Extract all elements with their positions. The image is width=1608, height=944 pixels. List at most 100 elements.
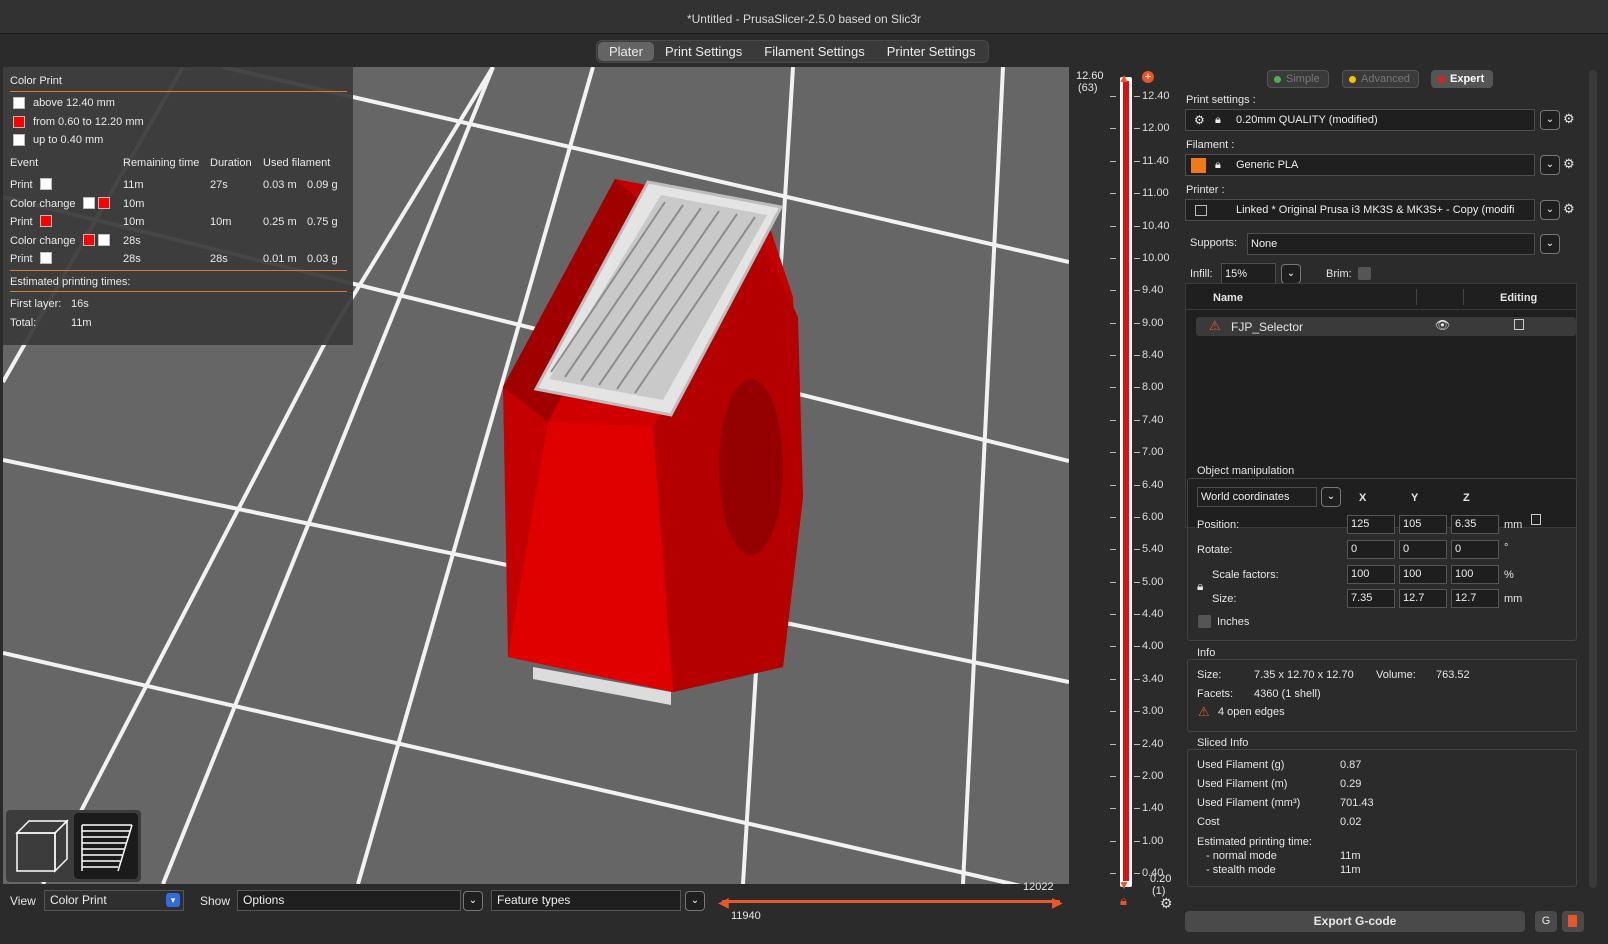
tab-plater[interactable]: Plater [598, 42, 654, 61]
filament-select[interactable]: 🔒︎ Generic PLA [1185, 154, 1535, 176]
lock-icon[interactable]: 🔒︎ [1197, 579, 1203, 594]
slider-thumb-right[interactable]: ▶ [1052, 894, 1063, 911]
object-manipulation-title: Object manipulation [1197, 465, 1295, 477]
feature-types-select[interactable]: Feature types [491, 890, 681, 911]
edit-icon[interactable] [1514, 319, 1524, 330]
event-grams: 0.09 g [307, 179, 338, 191]
layer-tick-mark [1134, 322, 1140, 324]
mode-simple-button[interactable]: Simple [1267, 70, 1329, 88]
gear-icon[interactable]: ⚙︎ [1563, 201, 1575, 217]
sliced-row-value: 0.87 [1340, 759, 1362, 771]
layer-tick-mark [1134, 775, 1140, 777]
layer-tick-label: 1.40 [1142, 802, 1164, 815]
layer-tick-mark [1110, 225, 1116, 227]
position-label: Position: [1197, 519, 1240, 531]
scale-y-input[interactable]: 100 [1399, 565, 1447, 584]
scale-z-input[interactable]: 100 [1451, 565, 1499, 584]
layer-tick-mark [1110, 549, 1116, 551]
legend-swatch-white [13, 97, 25, 109]
position-y-input[interactable]: 105 [1399, 515, 1447, 534]
mode-advanced-button[interactable]: Advanced [1342, 70, 1419, 88]
preview-view-button[interactable] [74, 813, 138, 879]
send-gcode-icon[interactable]: G [1535, 911, 1557, 932]
size-z-input[interactable]: 12.7 [1451, 589, 1499, 608]
chevron-down-icon[interactable]: ⌄ [1321, 487, 1341, 507]
mode-expert-button[interactable]: Expert [1431, 70, 1494, 88]
rotate-unit: ° [1504, 542, 1509, 554]
position-z-input[interactable]: 6.35 [1451, 515, 1499, 534]
slider-top-thumb[interactable]: ▲ [1118, 71, 1130, 85]
event-name: Print [10, 179, 33, 191]
chevron-down-icon[interactable]: ⌄ [1281, 264, 1301, 284]
supports-select[interactable]: None [1247, 233, 1535, 255]
layer-tick-label: 10.40 [1142, 219, 1170, 232]
scale-x-input[interactable]: 100 [1347, 565, 1395, 584]
layer-tick-mark [1134, 387, 1140, 389]
gear-icon: ⚙︎ [1194, 113, 1205, 127]
rotate-x-input[interactable]: 0 [1347, 540, 1395, 559]
infill-select[interactable]: 15% [1221, 263, 1276, 285]
chevron-down-icon[interactable]: ⌄ [685, 891, 705, 911]
total-value: 11m [71, 317, 92, 329]
export-sd-button[interactable] [1562, 911, 1584, 932]
layer-tick-label: 4.00 [1142, 640, 1164, 653]
drop-to-bed-icon[interactable] [1531, 514, 1541, 525]
event-swatch [98, 197, 110, 209]
gear-icon[interactable]: ⚙︎ [1563, 111, 1575, 127]
chevron-down-icon[interactable]: ⌄ [1540, 234, 1560, 254]
gear-icon[interactable]: ⚙︎ [1160, 895, 1173, 912]
layer-tick-mark [1134, 614, 1140, 615]
info-title: Info [1197, 647, 1216, 659]
object-row[interactable]: ⚠ FJP_Selector 👁︎ [1196, 317, 1576, 336]
coordinates-select[interactable]: World coordinates [1197, 487, 1317, 507]
options-select[interactable]: Options [237, 890, 461, 911]
layer-tick-mark [1110, 581, 1116, 583]
view-type-select[interactable]: Color Print [44, 890, 184, 911]
legend-title: Color Print [10, 75, 62, 87]
object-list-header: Name Editing [1186, 284, 1576, 310]
inches-checkbox[interactable] [1198, 615, 1211, 628]
brim-checkbox[interactable] [1358, 267, 1371, 280]
slider-bottom-thumb[interactable]: ▼ [1118, 878, 1130, 892]
size-y-input[interactable]: 12.7 [1399, 589, 1447, 608]
rotate-y-input[interactable]: 0 [1399, 540, 1447, 559]
chevron-down-icon[interactable]: ⌄ [1540, 200, 1560, 220]
slider-thumb-left[interactable]: ◀ [718, 894, 729, 911]
position-x-input[interactable]: 125 [1347, 515, 1395, 534]
slider-max-value: 12022 [1023, 881, 1054, 893]
layer-tick-mark [1110, 257, 1116, 259]
supports-value: None [1251, 238, 1278, 250]
lock-icon[interactable]: 🔒︎ [1120, 893, 1127, 909]
print-settings-select[interactable]: ⚙︎ 🔒︎ 0.20mm QUALITY (modified) [1185, 109, 1535, 131]
size-x-input[interactable]: 7.35 [1347, 589, 1395, 608]
eye-icon[interactable]: 👁︎ [1435, 318, 1450, 332]
printer-select[interactable]: Linked * Original Prusa i3 MK3S & MK3S+ … [1185, 199, 1535, 221]
color-print-legend: Color Print above 12.40 mm from 0.60 to … [3, 67, 353, 345]
export-gcode-button[interactable]: Export G-code [1185, 911, 1525, 932]
sliced-row-label: Cost [1197, 816, 1220, 828]
layer-tick-mark [1110, 355, 1116, 356]
axis-y-label: Y [1411, 492, 1419, 504]
horizontal-slider-track[interactable] [722, 900, 1060, 903]
layer-tick-mark [1134, 516, 1140, 518]
editing-column-header: Editing [1500, 292, 1538, 304]
slider-top-layer: (63) [1078, 82, 1098, 94]
rotate-z-input[interactable]: 0 [1451, 540, 1499, 559]
gear-icon[interactable]: ⚙︎ [1563, 156, 1575, 172]
sliced-row-value: 0.29 [1340, 778, 1362, 790]
tab-print-settings[interactable]: Print Settings [654, 42, 753, 61]
chevron-down-icon[interactable]: ▾ [166, 893, 180, 907]
chevron-down-icon[interactable]: ⌄ [1540, 155, 1560, 175]
layer-tick-mark [1134, 160, 1140, 162]
lock-icon: 🔒︎ [1215, 114, 1221, 126]
tab-filament-settings[interactable]: Filament Settings [753, 42, 875, 61]
chevron-down-icon[interactable]: ⌄ [463, 891, 483, 911]
sidebar-scrollbar[interactable] [1589, 70, 1597, 888]
3d-view-button[interactable] [9, 813, 71, 879]
chevron-down-icon[interactable]: ⌄ [1540, 110, 1560, 130]
event-meters: 0.25 m [263, 216, 297, 228]
tab-printer-settings[interactable]: Printer Settings [876, 42, 987, 61]
sliced-row-label: Used Filament (m) [1197, 778, 1288, 790]
layer-tick-label: 2.40 [1142, 737, 1164, 750]
add-color-change-icon[interactable]: + [1142, 71, 1154, 83]
